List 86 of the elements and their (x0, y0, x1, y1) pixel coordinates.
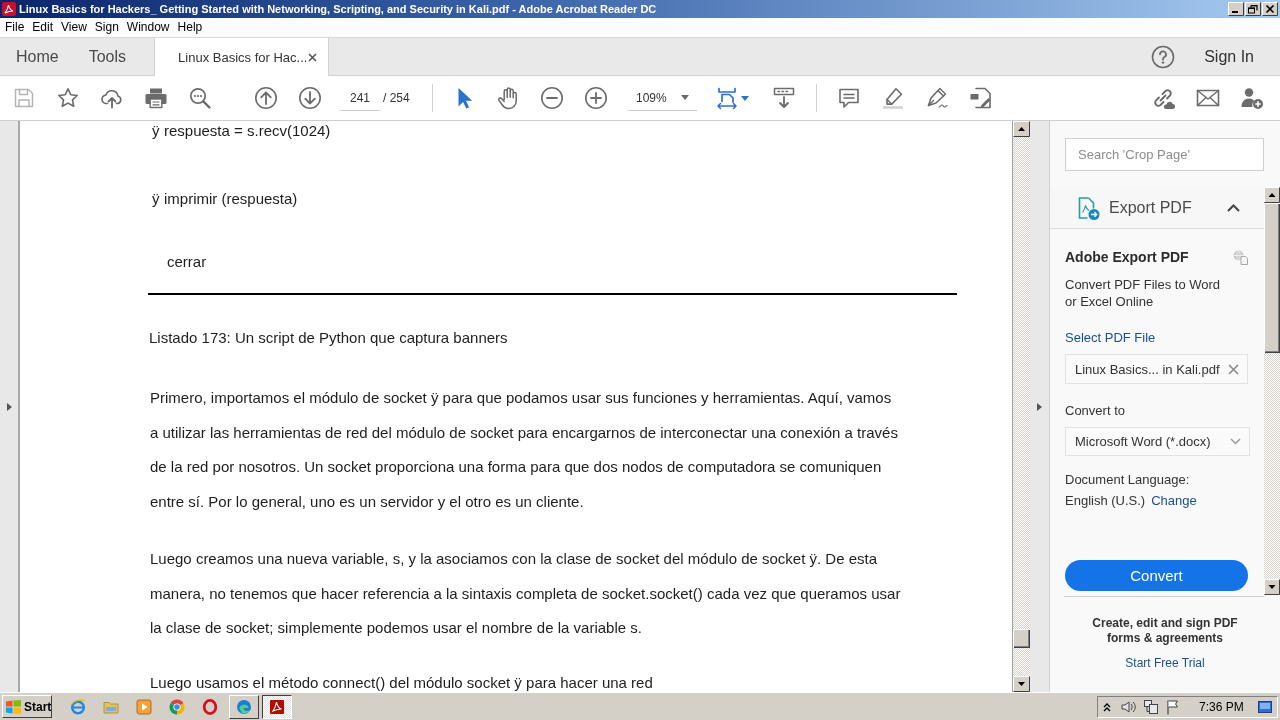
menu-item[interactable]: Window (122, 19, 174, 36)
add-user-icon[interactable] (1240, 86, 1264, 110)
tab[interactable]: Linux Basics for Hac... (154, 38, 330, 76)
promo-text: Create, edit and sign PDF forms & agreements (1092, 616, 1238, 646)
convert-button[interactable]: Convert (1065, 560, 1248, 591)
line-marker: ÿ (152, 189, 161, 209)
scroll-down-button[interactable] (1013, 676, 1030, 692)
export-pdf-icon (1076, 195, 1100, 220)
page-count: / 254 (383, 91, 411, 105)
page-number-field[interactable]: 241 (340, 85, 380, 111)
desktop-icon[interactable] (1257, 700, 1272, 713)
tab[interactable]: Tools (72, 38, 141, 75)
body-paragraph: Luego usamos el método connect() del módulo socket ÿ para hacer una red (150, 673, 653, 692)
scroll-mode-icon[interactable] (772, 86, 796, 110)
format-dropdown[interactable]: Microsoft Word (*.docx) (1065, 427, 1250, 456)
window-title: Linux Basics for Hackers_ Getting Started with Networking, Scripting, and Security in Kali.pdf - Adobe Acrobat Reader DC (19, 3, 658, 15)
chevron-up-icon[interactable] (1227, 203, 1240, 212)
comment-icon[interactable] (837, 86, 861, 110)
sign-in-button[interactable]: Sign In (1204, 47, 1254, 66)
start-button[interactable]: Start (2, 695, 52, 718)
listing-caption: Listado 173: Un script de Python que captura banners (149, 328, 508, 348)
flag-icon[interactable] (1165, 698, 1181, 715)
ring-logo-icon[interactable] (202, 698, 218, 715)
change-link[interactable]: Change (1151, 492, 1197, 510)
body-paragraph: Luego creamos una nueva variable, s, y la asociamos con la clase de socket del módulo de socket ÿ. De esta manera, no tenemos que hacer referencia a la sintaxis completa de socket.socket() cada vez que queramos usar la clase de socket; simplemente podemos usar el nombre de la variable s. (150, 549, 901, 638)
arrow-down-icon[interactable] (298, 86, 322, 110)
restore-icon[interactable] (1245, 2, 1261, 16)
zoom-in-icon[interactable] (584, 86, 608, 110)
zoom-search-icon[interactable] (188, 86, 212, 110)
zoom-out-icon[interactable] (540, 86, 564, 110)
speaker-icon[interactable] (1120, 698, 1136, 715)
clear-icon[interactable] (1228, 363, 1239, 375)
language-label: Document Language: (1065, 471, 1190, 489)
pen-icon[interactable] (925, 86, 949, 110)
scroll-up-button[interactable] (1264, 187, 1280, 203)
line-marker: ÿ (152, 121, 161, 141)
menu-item[interactable]: File (1, 19, 29, 36)
description-text: Convert PDF Files to Word or Excel Online (1065, 276, 1221, 310)
select-file-link[interactable]: Select PDF File (1065, 329, 1156, 347)
right-arrow-icon[interactable] (1037, 402, 1042, 411)
scrollbar-thumb[interactable] (1264, 203, 1280, 353)
menu-item[interactable]: View (57, 19, 91, 36)
right-arrow-icon[interactable] (6, 402, 12, 411)
search-field[interactable]: Search 'Crop Page' (1065, 138, 1264, 171)
hand-icon[interactable] (496, 86, 520, 110)
tab[interactable]: Home (0, 38, 73, 75)
start-trial-link[interactable]: Start Free Trial (1125, 656, 1205, 671)
arrow-up-icon[interactable] (254, 86, 278, 110)
expand-tray-icon[interactable] (1103, 701, 1111, 712)
code-line: respuesta = s.recv(1024) (164, 121, 331, 141)
scroll-down-button[interactable] (1264, 579, 1280, 595)
caret-icon[interactable] (681, 95, 689, 100)
chevron-down-icon[interactable] (1230, 438, 1241, 445)
highlighter-icon[interactable] (881, 86, 905, 110)
clock: 7:36 PM (1199, 699, 1244, 714)
windows-logo-icon (6, 699, 21, 714)
caret-icon[interactable] (741, 95, 749, 101)
network-icon[interactable] (1143, 698, 1159, 715)
menu-item[interactable]: Help (173, 19, 207, 36)
star-icon[interactable] (56, 86, 80, 110)
body-paragraph: Primero, importamos el módulo de socket ÿ para que podamos usar sus funciones y herramientas. Aquí, vamos a utilizar las herramientas de red del módulo de socket para encargarnos de interconectar una conexión a través de la red por nosotros. Un socket proporciona una forma para que dos nodos de computadora se comuniquen entre sí. Por lo general, uno es un servidor y el otro es un cliente. (150, 388, 898, 512)
code-line: cerrar (167, 252, 207, 272)
fit-page-icon[interactable] (715, 86, 739, 110)
section-title: Adobe Export PDF (1065, 249, 1189, 265)
code-line: imprimir (respuesta) (164, 189, 298, 209)
file-field[interactable]: Linux Basics... in Kali.pdf (1065, 354, 1248, 384)
circle-logo-icon[interactable] (169, 698, 185, 715)
zoom-field[interactable]: 109% (628, 85, 697, 111)
menu-item[interactable]: Sign (90, 19, 123, 36)
menu-item[interactable]: Edit (28, 19, 58, 36)
scroll-up-button[interactable] (1013, 121, 1030, 137)
close-icon[interactable] (1262, 2, 1278, 16)
pdf-logo-icon (269, 698, 285, 715)
link-icon[interactable] (1151, 86, 1175, 110)
close-icon[interactable] (308, 52, 318, 62)
fill-sign-icon[interactable] (969, 86, 993, 110)
play-icon[interactable] (136, 698, 152, 715)
print-icon[interactable] (144, 86, 168, 110)
wave-logo-icon (236, 698, 252, 715)
convert-to-label: Convert to (1065, 402, 1125, 420)
language-value: English (U.S.) (1065, 492, 1146, 510)
help-icon[interactable] (1151, 44, 1176, 69)
minimize-icon[interactable] (1228, 2, 1244, 16)
app-icon (2, 2, 16, 16)
taskbar-button[interactable] (262, 694, 292, 719)
scrollbar-thumb[interactable] (1013, 629, 1030, 648)
